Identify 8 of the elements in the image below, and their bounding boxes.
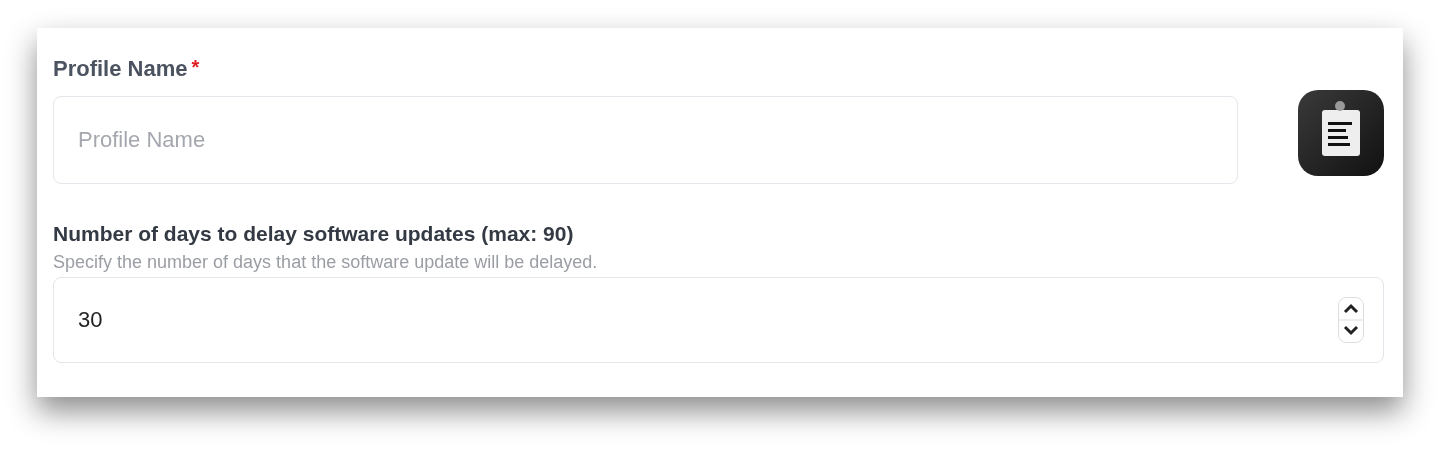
field-label: Profile Name xyxy=(53,56,188,82)
help-text: Specify the number of days that the software update will be delayed. xyxy=(53,252,599,273)
field-label: Number of days to delay software updates (max: 90) xyxy=(53,222,575,246)
stepper-icon[interactable] xyxy=(1338,297,1364,343)
profile-name-field[interactable]: Profile Name xyxy=(53,96,1238,184)
clipboard-note-icon[interactable] xyxy=(1298,90,1384,176)
delay-days-field[interactable]: 30 xyxy=(53,277,1384,363)
required-mark: * xyxy=(191,56,200,79)
